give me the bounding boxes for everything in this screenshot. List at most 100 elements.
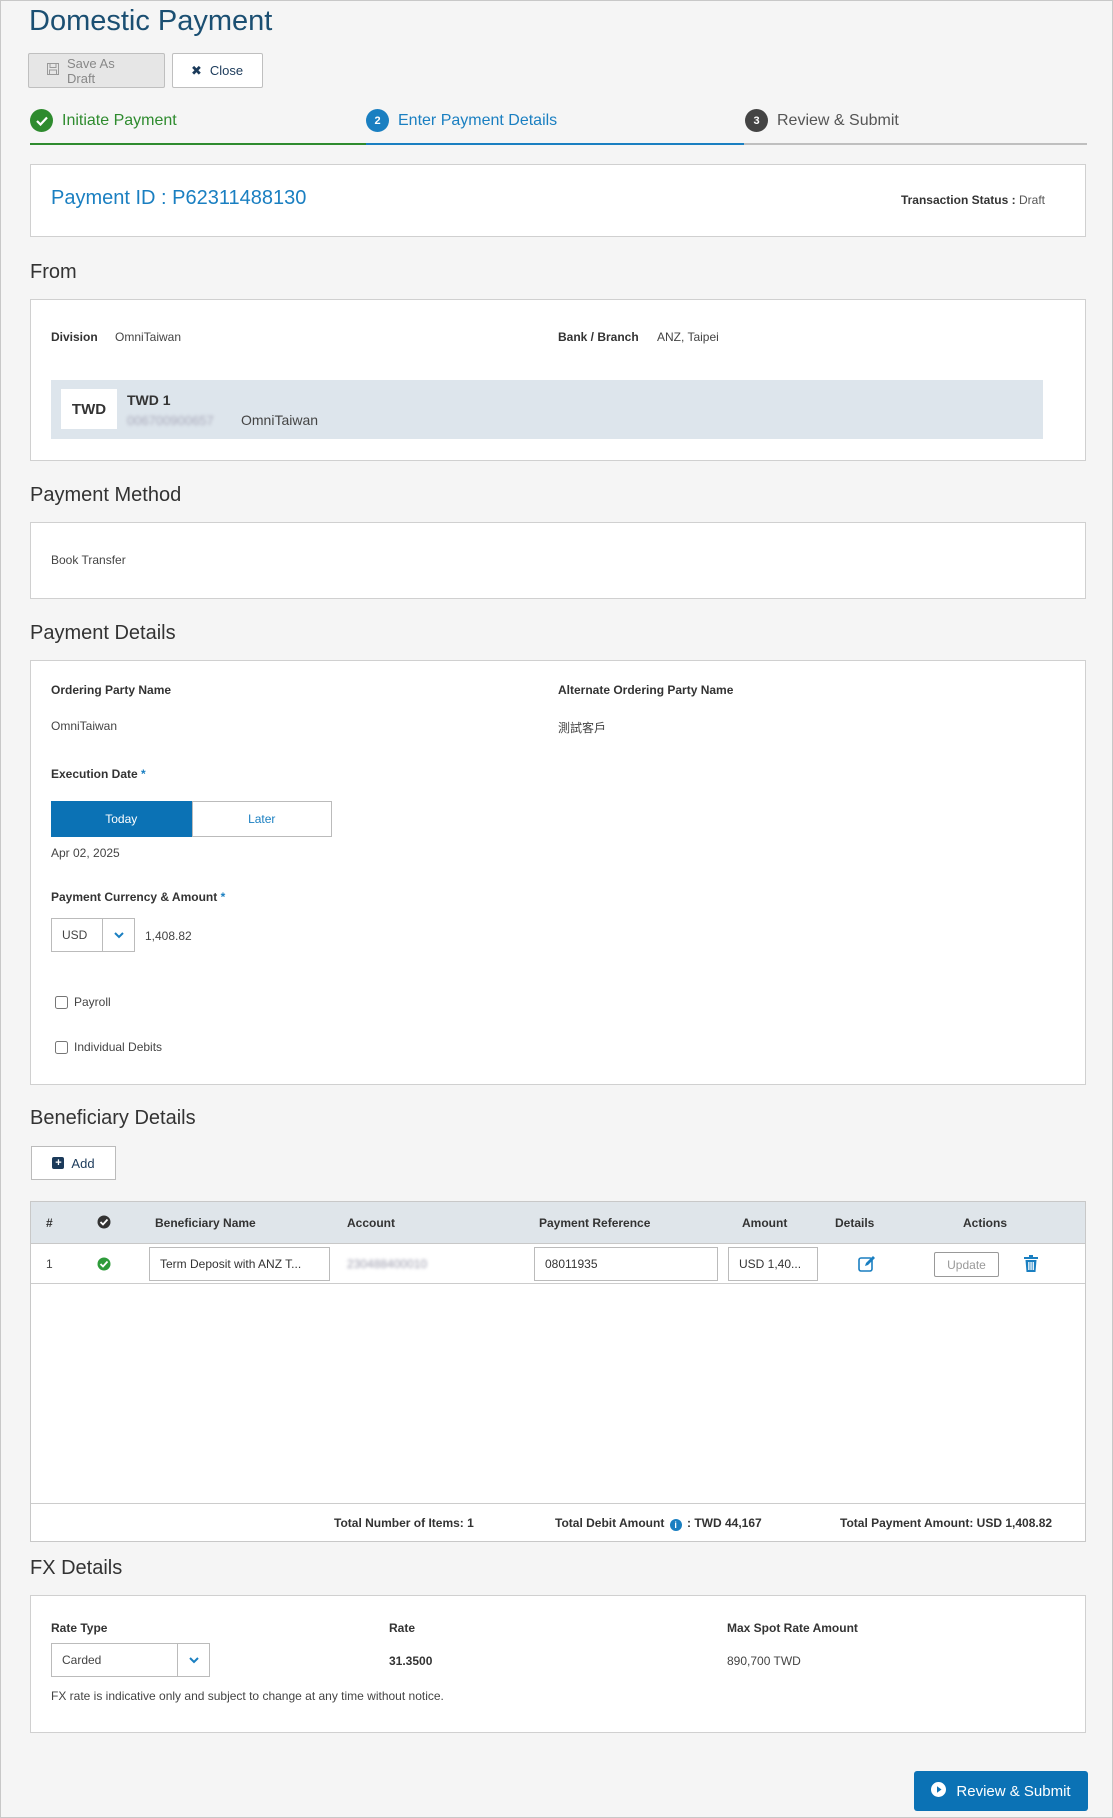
account-currency: TWD bbox=[61, 389, 117, 429]
division-value: OmniTaiwan bbox=[115, 330, 182, 344]
account-name: TWD 1 bbox=[127, 392, 171, 408]
step-progress-line bbox=[366, 143, 744, 145]
ordering-party-label: Ordering Party Name bbox=[51, 683, 172, 697]
row-num: 1 bbox=[46, 1257, 53, 1271]
from-account[interactable]: TWD TWD 1 006700900657 OmniTaiwan bbox=[51, 380, 1043, 439]
account-number: 006700900657 bbox=[127, 413, 214, 428]
page-title: Domestic Payment bbox=[29, 5, 273, 37]
currency-select[interactable]: USD bbox=[51, 918, 135, 952]
table-header: # Beneficiary Name Account Payment Refer… bbox=[31, 1202, 1085, 1244]
total-payment: Total Payment Amount: USD 1,408.82 bbox=[840, 1516, 1053, 1530]
check-icon bbox=[30, 109, 53, 132]
payment-details-card: Ordering Party Name OmniTaiwan Alternate… bbox=[30, 660, 1086, 1085]
fx-note: FX rate is indicative only and subject t… bbox=[51, 1689, 444, 1703]
close-label: Close bbox=[209, 63, 244, 78]
alt-ordering-party-label: Alternate Ordering Party Name bbox=[558, 683, 734, 697]
amount-input[interactable]: USD 1,40... bbox=[728, 1247, 818, 1281]
total-debit: Total Debit Amount i : TWD 44,167 bbox=[555, 1516, 762, 1531]
step-label: Enter Payment Details bbox=[398, 111, 558, 129]
add-label: Add bbox=[71, 1155, 95, 1171]
col-num: # bbox=[46, 1216, 53, 1230]
max-spot-label: Max Spot Rate Amount bbox=[727, 1621, 858, 1635]
individual-debits-checkbox-input[interactable] bbox=[55, 1040, 68, 1054]
beneficiary-name-input[interactable]: Term Deposit with ANZ T... bbox=[149, 1247, 330, 1281]
required-mark: * bbox=[220, 890, 226, 904]
step-review-submit[interactable]: 3 Review & Submit bbox=[745, 109, 899, 132]
beneficiary-account: 230488400010 bbox=[347, 1257, 428, 1271]
table-row: 1 Term Deposit with ANZ T... 23048840001… bbox=[31, 1244, 1085, 1284]
col-amount: Amount bbox=[742, 1216, 788, 1230]
from-title: From bbox=[30, 261, 77, 283]
payment-method-value: Book Transfer bbox=[51, 553, 126, 567]
status-value: Draft bbox=[1018, 193, 1045, 207]
chevron-down-icon bbox=[102, 919, 134, 951]
step-number: 2 bbox=[366, 109, 389, 132]
total-items: Total Number of Items: 1 bbox=[334, 1516, 474, 1530]
review-submit-button[interactable]: Review & Submit bbox=[914, 1771, 1088, 1811]
bank-branch-value: ANZ, Taipei bbox=[657, 330, 719, 344]
edit-icon[interactable] bbox=[858, 1255, 877, 1275]
step-progress-line bbox=[30, 143, 366, 145]
payroll-checkbox-input[interactable] bbox=[55, 995, 68, 1009]
plus-icon: + bbox=[52, 1157, 65, 1169]
col-beneficiary-name: Beneficiary Name bbox=[155, 1216, 256, 1230]
payment-reference-input[interactable]: 08011935 bbox=[534, 1247, 718, 1281]
fx-title: FX Details bbox=[30, 1557, 123, 1579]
chevron-down-icon bbox=[177, 1644, 209, 1676]
step-enter-payment-details[interactable]: 2 Enter Payment Details bbox=[366, 109, 557, 132]
payroll-checkbox[interactable]: Payroll bbox=[55, 995, 111, 1009]
payment-method-card: Book Transfer bbox=[30, 522, 1086, 599]
alt-ordering-party-value: 測試客戶 bbox=[558, 721, 607, 735]
step-initiate-payment[interactable]: Initiate Payment bbox=[30, 109, 177, 132]
save-icon bbox=[47, 63, 59, 78]
currency-select-value: USD bbox=[62, 928, 88, 942]
check-circle-icon bbox=[97, 1215, 111, 1232]
ordering-party-value: OmniTaiwan bbox=[51, 719, 118, 733]
review-submit-label: Review & Submit bbox=[956, 1782, 1071, 1800]
total-debit-value: : TWD 44,167 bbox=[687, 1516, 762, 1530]
account-division: OmniTaiwan bbox=[241, 412, 319, 428]
fx-card: Rate Type Carded Rate 31.3500 Max Spot R… bbox=[30, 1595, 1086, 1733]
info-icon[interactable]: i bbox=[669, 1519, 682, 1531]
step-progress-line bbox=[744, 143, 1087, 145]
col-actions: Actions bbox=[963, 1216, 1008, 1230]
payment-id-card: Payment ID : P62311488130 Transaction St… bbox=[30, 164, 1086, 237]
play-circle-icon bbox=[931, 1781, 947, 1801]
individual-debits-label: Individual Debits bbox=[74, 1040, 163, 1054]
step-label: Initiate Payment bbox=[62, 111, 177, 129]
bank-branch-label: Bank / Branch bbox=[558, 330, 639, 344]
payroll-label: Payroll bbox=[74, 995, 111, 1009]
division-label: Division bbox=[51, 330, 98, 344]
save-draft-label: Save As Draft bbox=[67, 55, 115, 86]
individual-debits-checkbox[interactable]: Individual Debits bbox=[55, 1040, 162, 1054]
amount-value: 1,408.82 bbox=[145, 929, 192, 943]
payment-id: Payment ID : P62311488130 bbox=[51, 187, 307, 209]
rate-type-select[interactable]: Carded bbox=[51, 1643, 210, 1677]
page: Domestic Payment Save As Draft ✖ Close I… bbox=[0, 0, 1113, 1818]
add-beneficiary-button[interactable]: + Add bbox=[31, 1146, 116, 1180]
trash-icon[interactable] bbox=[1024, 1255, 1038, 1275]
execution-date-label: Execution Date * bbox=[51, 767, 146, 781]
save-draft-button[interactable]: Save As Draft bbox=[28, 53, 165, 88]
max-spot-value: 890,700 TWD bbox=[727, 1654, 801, 1668]
table-footer: Total Number of Items: 1 Total Debit Amo… bbox=[31, 1503, 1085, 1541]
col-account: Account bbox=[347, 1216, 395, 1230]
total-debit-label: Total Debit Amount bbox=[555, 1516, 665, 1530]
valid-check-icon bbox=[97, 1257, 111, 1274]
step-label: Review & Submit bbox=[777, 111, 899, 129]
update-button[interactable]: Update bbox=[934, 1252, 999, 1277]
currency-amount-label: Payment Currency & Amount * bbox=[51, 890, 226, 904]
col-payment-reference: Payment Reference bbox=[539, 1216, 651, 1230]
close-button[interactable]: ✖ Close bbox=[172, 53, 263, 88]
execution-date-value: Apr 02, 2025 bbox=[51, 846, 120, 860]
beneficiary-title: Beneficiary Details bbox=[30, 1107, 196, 1129]
rate-value: 31.3500 bbox=[389, 1654, 433, 1668]
stepper: Initiate Payment 2 Enter Payment Details… bbox=[30, 105, 1087, 145]
rate-label: Rate bbox=[389, 1621, 416, 1635]
transaction-status: Transaction Status : Draft bbox=[901, 193, 1045, 207]
close-icon: ✖ bbox=[191, 62, 202, 78]
today-button[interactable]: Today bbox=[51, 801, 192, 837]
later-button[interactable]: Later bbox=[191, 801, 332, 837]
rate-type-label: Rate Type bbox=[51, 1621, 108, 1635]
status-label: Transaction Status : bbox=[900, 193, 1016, 207]
